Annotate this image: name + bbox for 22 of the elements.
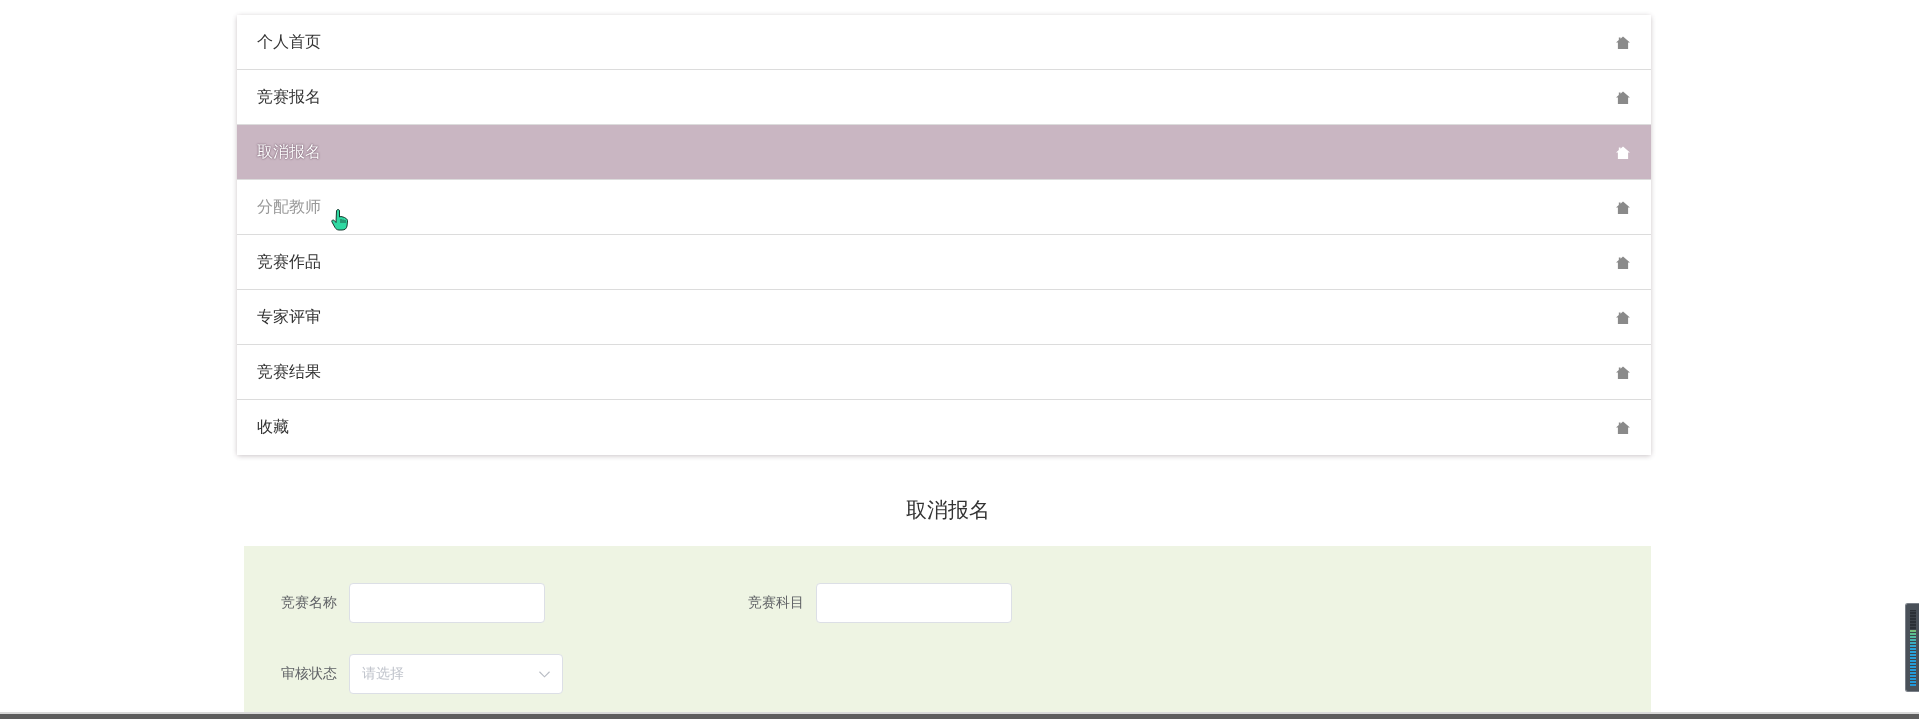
menu-item[interactable]: 专家评审 (237, 290, 1651, 345)
field-label: 竞赛科目 (747, 594, 805, 612)
house-icon (1616, 310, 1630, 324)
house-icon (1616, 365, 1630, 379)
hand-cursor-icon (331, 209, 348, 231)
house-icon (1616, 35, 1630, 49)
house-icon (1616, 255, 1630, 269)
menu-item[interactable]: 竞赛结果 (237, 345, 1651, 400)
house-icon (1616, 421, 1630, 434)
menu-item[interactable]: 收藏 (237, 400, 1651, 455)
house-icon (1616, 145, 1630, 159)
page-title: 取消报名 (904, 497, 991, 523)
chevron-down-icon (539, 670, 550, 678)
text-field[interactable] (349, 583, 545, 623)
field-label: 审核状态 (280, 665, 338, 683)
text-field[interactable] (816, 583, 1012, 623)
menu-item[interactable]: 个人首页 (237, 15, 1651, 70)
house-icon (1616, 90, 1630, 104)
house-icon (1616, 200, 1630, 214)
menu-item[interactable]: 竞赛作品 (237, 235, 1651, 290)
menu-item[interactable]: 竞赛报名 (237, 70, 1651, 125)
field-label: 竞赛名称 (280, 594, 338, 612)
